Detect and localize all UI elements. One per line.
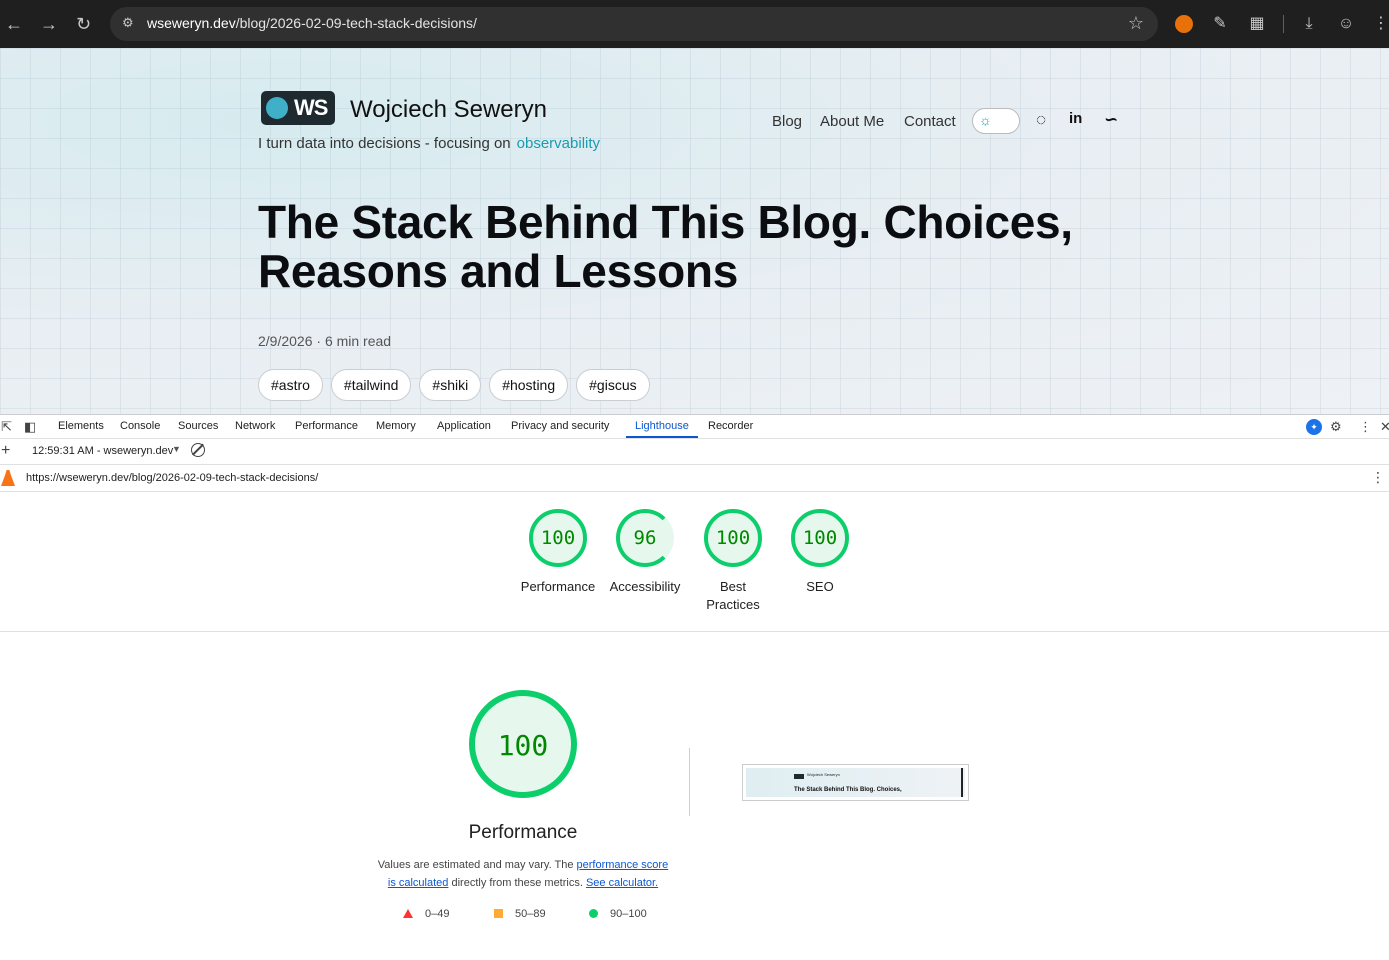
lighthouse-toolbar: + 12:59:31 AM - wseweryn.dev ▼ bbox=[0, 439, 1389, 465]
rss-icon[interactable]: ∽ bbox=[1104, 110, 1118, 130]
chevron-down-icon[interactable]: ▼ bbox=[172, 444, 181, 454]
see-calculator-link[interactable]: See calculator. bbox=[586, 877, 658, 889]
tag-giscus[interactable]: #giscus bbox=[576, 369, 650, 401]
ai-assistance-icon[interactable]: ✦ bbox=[1306, 419, 1322, 435]
legend-fail: 0–49 bbox=[425, 908, 450, 920]
post-title: The Stack Behind This Blog. Choices, Rea… bbox=[258, 196, 1073, 297]
forward-icon[interactable]: → bbox=[40, 12, 58, 36]
device-toolbar-icon[interactable]: ◧ bbox=[24, 419, 36, 435]
fail-triangle-icon bbox=[403, 909, 413, 918]
tagline-highlight: observability bbox=[516, 135, 601, 152]
thumbnail-scrollbar bbox=[961, 768, 963, 797]
clear-reports-icon[interactable] bbox=[191, 443, 205, 457]
legend-average: 50–89 bbox=[515, 908, 546, 920]
tag-astro[interactable]: #astro bbox=[258, 369, 323, 401]
extensions-puzzle-icon[interactable]: ▦ bbox=[1246, 13, 1268, 35]
score-gauge-accessibility[interactable]: 96 bbox=[616, 509, 674, 567]
tab-memory[interactable]: Memory bbox=[376, 420, 416, 432]
report-more-icon[interactable]: ⋮ bbox=[1371, 469, 1385, 486]
bookmark-star-icon[interactable]: ☆ bbox=[1128, 13, 1144, 34]
tab-sources[interactable]: Sources bbox=[178, 420, 218, 432]
sun-icon: ☼ bbox=[979, 112, 992, 128]
inspect-element-icon[interactable]: ⇱ bbox=[1, 419, 12, 435]
performance-main-gauge: 100 bbox=[469, 690, 577, 798]
tag-list: #astro #tailwind #shiki #hosting #giscus bbox=[258, 369, 650, 401]
tag-hosting[interactable]: #hosting bbox=[489, 369, 569, 401]
performance-note: Values are estimated and may vary. The p… bbox=[377, 859, 669, 889]
devtools-settings-icon[interactable]: ⚙ bbox=[1330, 419, 1342, 435]
performance-section-title: Performance bbox=[468, 822, 578, 843]
final-screenshot-thumbnail[interactable]: Wojciech Seweryn The Stack Behind This B… bbox=[742, 764, 969, 801]
back-icon[interactable]: ← bbox=[5, 12, 23, 36]
report-selector[interactable]: 12:59:31 AM - wseweryn.dev bbox=[32, 445, 173, 457]
report-url-bar: https://wseweryn.dev/blog/2026-02-09-tec… bbox=[0, 465, 1389, 492]
legend-pass: 90–100 bbox=[610, 908, 647, 920]
score-label-best-practices: Best Practices bbox=[706, 579, 760, 612]
github-icon[interactable]: ◌ bbox=[1036, 110, 1046, 130]
menu-kebab-icon[interactable]: ⋮ bbox=[1370, 13, 1389, 35]
theme-toggle[interactable]: ☼ bbox=[972, 108, 1020, 134]
tag-shiki[interactable]: #shiki bbox=[419, 369, 482, 401]
score-gauge-performance[interactable]: 100 bbox=[529, 509, 587, 567]
tab-recorder[interactable]: Recorder bbox=[708, 420, 753, 432]
tab-lighthouse[interactable]: Lighthouse bbox=[635, 420, 689, 432]
score-label-accessibility: Accessibility bbox=[609, 579, 681, 594]
devtools-tabbar: ⇱ ◧ Elements Console Sources Network Per… bbox=[0, 414, 1389, 439]
site-logo[interactable]: WS bbox=[261, 91, 335, 125]
tab-performance[interactable]: Performance bbox=[295, 420, 358, 432]
section-separator bbox=[689, 748, 690, 816]
report-divider bbox=[0, 631, 1389, 632]
devtools-close-icon[interactable]: ✕ bbox=[1380, 419, 1389, 435]
download-icon[interactable]: ⤓ bbox=[1298, 13, 1320, 35]
thumbnail-image: Wojciech Seweryn The Stack Behind This B… bbox=[746, 768, 965, 797]
profile-icon[interactable]: ☺ bbox=[1335, 13, 1357, 35]
nav-contact[interactable]: Contact bbox=[904, 113, 956, 130]
tab-network[interactable]: Network bbox=[235, 420, 275, 432]
site-name[interactable]: Wojciech Seweryn bbox=[350, 96, 547, 124]
score-gauge-seo[interactable]: 100 bbox=[791, 509, 849, 567]
average-square-icon bbox=[494, 909, 503, 918]
reload-icon[interactable]: ↻ bbox=[76, 12, 91, 36]
tag-tailwind[interactable]: #tailwind bbox=[330, 369, 412, 401]
brain-icon bbox=[266, 97, 288, 119]
blog-viewport: WS Wojciech Seweryn I turn data into dec… bbox=[0, 48, 1389, 414]
score-gauge-best-practices[interactable]: 100 bbox=[704, 509, 762, 567]
browser-toolbar: ← → ↻ ⚙ wseweryn.dev/blog/2026-02-09-tec… bbox=[0, 0, 1389, 48]
address-url[interactable]: wseweryn.dev/blog/2026-02-09-tech-stack-… bbox=[147, 15, 477, 31]
tab-application[interactable]: Application bbox=[437, 420, 491, 432]
new-report-icon[interactable]: + bbox=[1, 442, 10, 460]
site-settings-icon[interactable]: ⚙ bbox=[122, 15, 140, 33]
post-meta: 2/9/2026 · 6 min read bbox=[258, 333, 392, 349]
address-bar[interactable]: ⚙ wseweryn.dev/blog/2026-02-09-tech-stac… bbox=[110, 7, 1158, 41]
devtools-more-icon[interactable]: ⋮ bbox=[1359, 419, 1372, 435]
pass-circle-icon bbox=[589, 909, 598, 918]
nav-about-me[interactable]: About Me bbox=[820, 113, 884, 130]
toolbar-separator bbox=[1283, 15, 1284, 33]
score-label-seo: SEO bbox=[806, 579, 834, 594]
thumbnail-logo bbox=[794, 774, 804, 779]
linkedin-icon[interactable]: in bbox=[1069, 110, 1082, 127]
nav-blog[interactable]: Blog bbox=[772, 113, 802, 130]
eyedropper-icon[interactable]: ✎ bbox=[1209, 13, 1231, 35]
score-label-performance: Performance bbox=[520, 579, 596, 594]
tab-console[interactable]: Console bbox=[120, 420, 160, 432]
active-tab-indicator bbox=[626, 436, 698, 438]
lighthouse-icon bbox=[1, 470, 15, 486]
tagline: I turn data into decisions - focusing on… bbox=[258, 135, 601, 152]
tab-privacy-security[interactable]: Privacy and security bbox=[511, 420, 609, 432]
extension-orange-icon[interactable] bbox=[1175, 15, 1193, 33]
tab-elements[interactable]: Elements bbox=[58, 420, 104, 432]
report-url[interactable]: https://wseweryn.dev/blog/2026-02-09-tec… bbox=[26, 472, 318, 484]
